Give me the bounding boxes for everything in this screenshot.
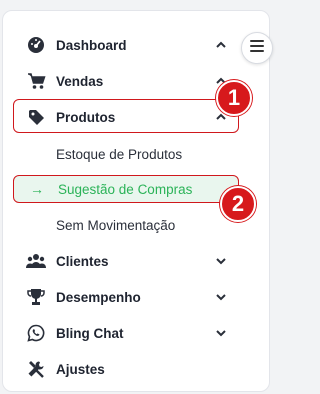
tools-icon [26,359,46,379]
sidebar-item-produtos[interactable]: Produtos [26,103,115,131]
whatsapp-icon [26,323,46,343]
sidebar-item-label: Bling Chat [56,325,124,341]
tag-icon [26,107,46,127]
trophy-icon [26,287,46,307]
submenu-item-sugestao[interactable]: → Sugestão de Compras [13,175,239,203]
dashboard-icon [26,35,46,55]
sidebar-item-vendas[interactable]: Vendas [26,67,103,95]
sidebar-item-bling-chat[interactable]: Bling Chat [26,319,124,347]
sidebar-item-dashboard[interactable]: Dashboard [26,31,127,59]
chevron-down-icon[interactable] [214,254,228,268]
submenu-item-label: Sugestão de Compras [58,181,193,197]
cart-icon [26,71,46,91]
sidebar-item-label: Vendas [56,73,104,89]
chevron-up-icon[interactable] [214,38,228,52]
chevron-down-icon[interactable] [214,326,228,340]
submenu-item-estoque[interactable]: Estoque de Produtos [56,143,182,165]
hamburger-icon [250,39,264,57]
sidebar-item-label: Produtos [56,109,116,125]
submenu-item-sem-movimentacao[interactable]: Sem Movimentação [56,214,175,236]
sidebar-item-ajustes[interactable]: Ajustes [26,355,105,383]
sidebar-item-desempenho[interactable]: Desempenho [26,283,141,311]
arrow-right-icon: → [30,181,44,197]
step-badge-1: 1 [216,80,252,116]
sidebar-item-label: Desempenho [56,289,141,305]
sidebar-item-label: Clientes [56,253,109,269]
sidebar-item-label: Ajustes [56,361,105,377]
chevron-down-icon[interactable] [214,290,228,304]
sidebar-item-clientes[interactable]: Clientes [26,247,109,275]
users-icon [26,251,46,271]
step-badge-2: 2 [220,186,256,222]
sidebar-item-label: Dashboard [56,37,127,53]
menu-toggle-button[interactable] [241,32,273,64]
